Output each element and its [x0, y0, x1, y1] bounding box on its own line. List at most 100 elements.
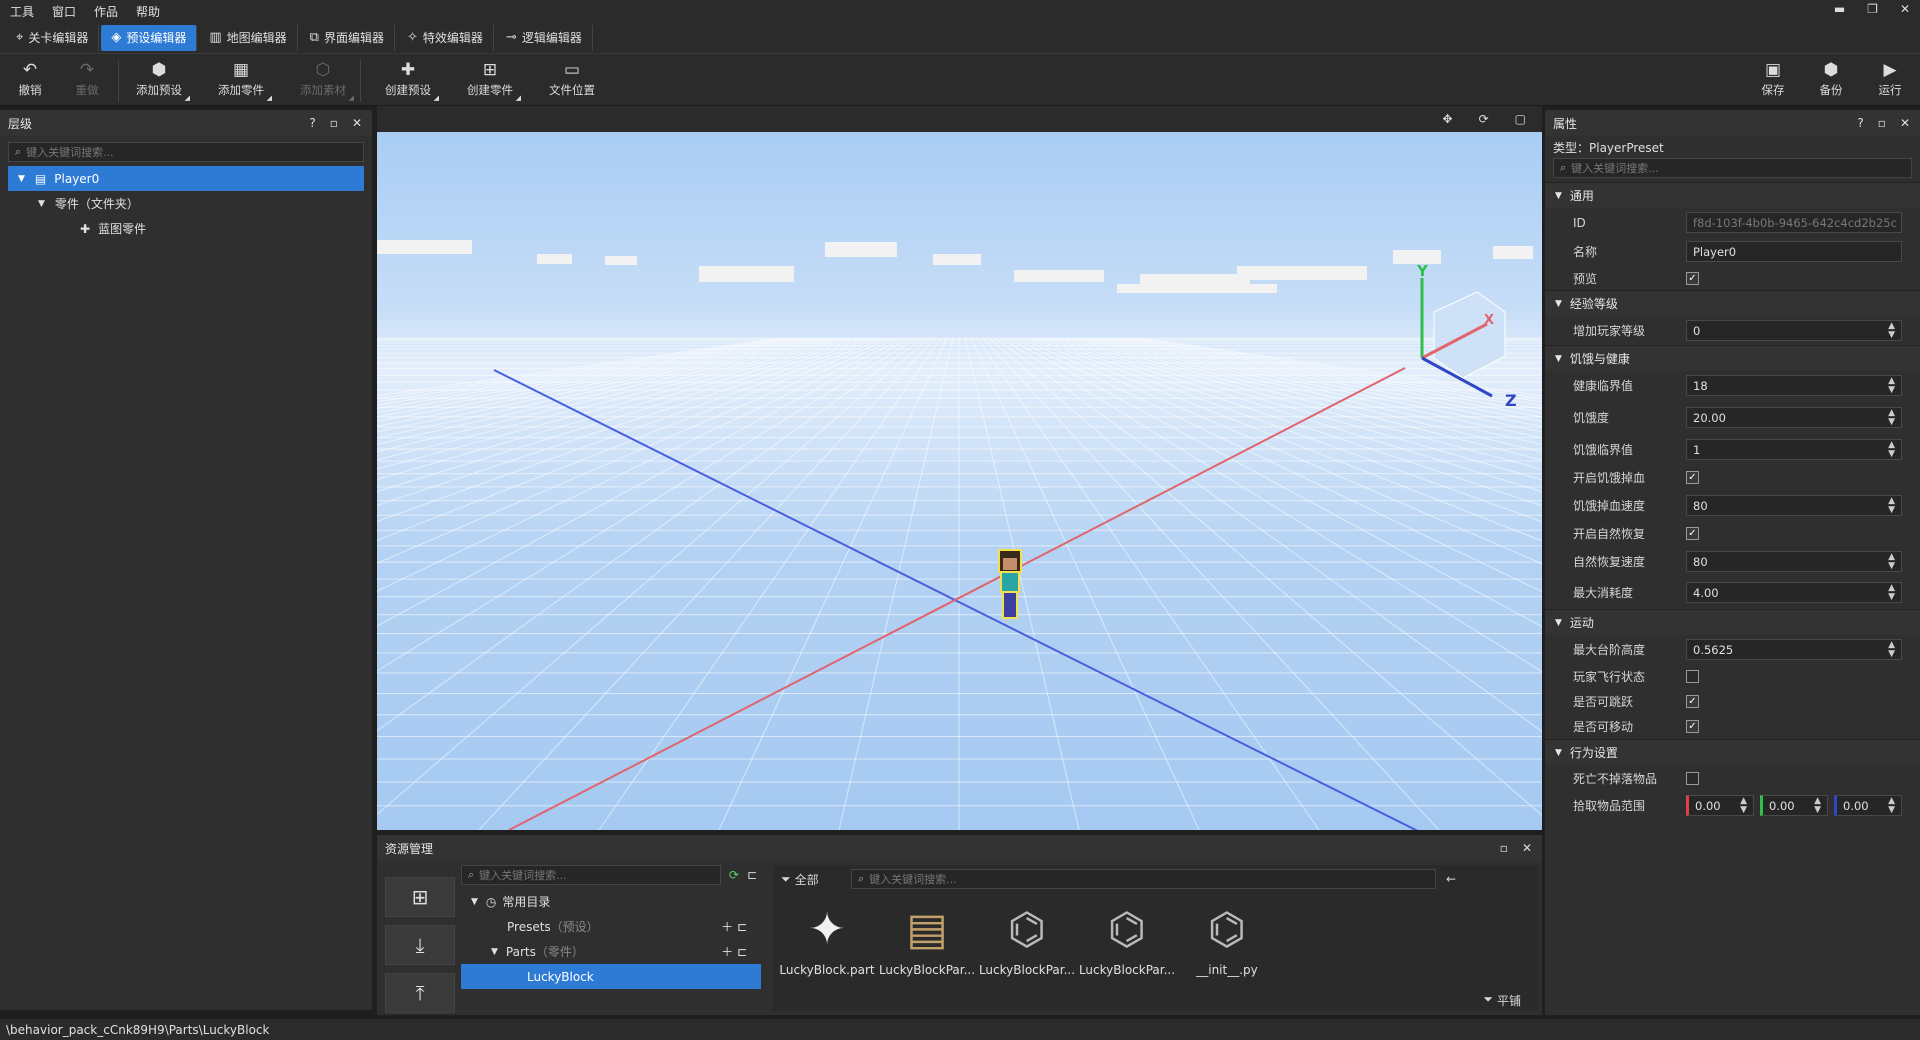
player-character[interactable]: [998, 549, 1022, 619]
regen-checkbox[interactable]: ✓: [1686, 527, 1699, 540]
hunger-damage-checkbox[interactable]: ✓: [1686, 471, 1699, 484]
spinner-icon[interactable]: ▲ ▼: [1888, 377, 1895, 395]
tile-view-button[interactable]: ⏷ 平铺: [1483, 992, 1521, 1009]
asset-item[interactable]: ✦ LuckyBlock.part: [777, 895, 877, 978]
export-button[interactable]: ⤒: [385, 973, 455, 1013]
health-threshold-field[interactable]: 18 ▲ ▼: [1686, 375, 1902, 396]
tab-preset-editor[interactable]: ◈ 预设编辑器: [101, 24, 198, 51]
max-exhaustion-field[interactable]: 4.00 ▲ ▼: [1686, 582, 1902, 603]
hunger-damage-speed-field[interactable]: 80 ▲ ▼: [1686, 495, 1902, 516]
section-general[interactable]: ▼ 通用: [1545, 182, 1920, 208]
prop-step-height: 最大台阶高度 0.5625 ▲ ▼: [1545, 635, 1920, 664]
tree-item-common[interactable]: ▼ ◷ 常用目录: [461, 889, 761, 914]
asset-item[interactable]: ⌬ LuckyBlockPar...: [977, 895, 1077, 978]
redo-button[interactable]: ↷ 重做: [52, 58, 122, 98]
pickup-x-field[interactable]: 0.00 ▲ ▼: [1686, 795, 1754, 816]
new-resource-button[interactable]: ⊞: [385, 877, 455, 917]
tree-item-luckyblock[interactable]: LuckyBlock: [461, 964, 761, 989]
tree-item-presets[interactable]: Presets （预设）＋ ⊏: [461, 914, 761, 939]
help-icon[interactable]: ?: [309, 116, 315, 130]
pickup-z-field[interactable]: 0.00 ▲ ▼: [1834, 795, 1902, 816]
tab-map-editor[interactable]: ▥ 地图编辑器: [199, 24, 298, 51]
preview-checkbox[interactable]: ✓: [1686, 271, 1699, 285]
maximize-icon[interactable]: ❐: [1867, 2, 1878, 16]
spinner-icon[interactable]: ▲ ▼: [1888, 553, 1895, 571]
create-part-button[interactable]: ⊞ 创建零件 ◢: [455, 58, 525, 102]
scene-viewport[interactable]: Y X Z: [0, 106, 1920, 894]
float-icon[interactable]: ▫: [1878, 116, 1886, 130]
tree-item-blueprint-part[interactable]: ✚ 蓝图零件: [8, 216, 364, 241]
tab-effect-editor[interactable]: ✧ 特效编辑器: [397, 24, 494, 51]
close-icon[interactable]: ✕: [1900, 2, 1910, 16]
close-icon[interactable]: ✕: [352, 116, 362, 130]
create-preset-button[interactable]: ✚ 创建预设 ◢: [373, 58, 443, 102]
collapse-all-icon[interactable]: ⊏: [747, 868, 757, 882]
move-checkbox[interactable]: ✓: [1686, 720, 1699, 733]
tree-item-player0[interactable]: ▼ ▤ Player0: [8, 166, 364, 191]
section-behavior[interactable]: ▼ 行为设置: [1545, 739, 1920, 765]
expand-icon[interactable]: ▼: [18, 174, 25, 184]
back-arrow-icon[interactable]: ←: [1446, 872, 1456, 886]
step-height-field[interactable]: 0.5625 ▲ ▼: [1686, 639, 1902, 660]
refresh-icon[interactable]: ⟳: [729, 868, 739, 882]
add-material-button[interactable]: ⬡ 添加素材 ◢: [288, 58, 358, 102]
expand-icon[interactable]: ▼: [491, 947, 498, 957]
tab-level-editor[interactable]: ⌖ 关卡编辑器: [6, 24, 100, 51]
minimize-icon[interactable]: ▬: [1834, 2, 1845, 16]
spinner-icon[interactable]: ▲ ▼: [1888, 497, 1895, 515]
close-icon[interactable]: ✕: [1900, 116, 1910, 130]
name-field[interactable]: Player0: [1686, 241, 1902, 262]
tab-logic-editor[interactable]: ⊸ 逻辑编辑器: [496, 24, 593, 51]
section-exp[interactable]: ▼ 经验等级: [1545, 290, 1920, 316]
menu-tools[interactable]: 工具: [10, 3, 34, 20]
help-icon[interactable]: ?: [1857, 116, 1863, 130]
pickup-y-field[interactable]: 0.00 ▲ ▼: [1760, 795, 1828, 816]
tree-item-parts[interactable]: ▼ Parts （零件）＋ ⊏: [461, 939, 761, 964]
add-preset-button[interactable]: ⬢ 添加预设 ◢: [124, 58, 194, 102]
section-hunger[interactable]: ▼ 饥饿与健康: [1545, 345, 1920, 371]
spinner-icon[interactable]: ▲ ▼: [1888, 409, 1895, 427]
properties-search-input[interactable]: ⌕ 键入关键词搜索...: [1553, 158, 1912, 178]
prop-pickup-range: 拾取物品范围 0.00 ▲ ▼ 0.00 ▲ ▼ 0.00 ▲ ▼: [1545, 791, 1920, 820]
scene-canvas[interactable]: Y X Z: [0, 106, 1920, 894]
expand-icon[interactable]: ▼: [471, 897, 478, 907]
add-icon[interactable]: ＋ ⊏: [721, 943, 747, 960]
spinner-icon[interactable]: ▲ ▼: [1888, 322, 1895, 340]
hunger-field[interactable]: 20.00 ▲ ▼: [1686, 407, 1902, 428]
regen-speed-field[interactable]: 80 ▲ ▼: [1686, 551, 1902, 572]
asset-item[interactable]: ⌬ LuckyBlockPar...: [1077, 895, 1177, 978]
asset-item[interactable]: ▤ LuckyBlockPar...: [877, 895, 977, 978]
tree-item-parts-folder[interactable]: ▼ 零件（文件夹）: [8, 191, 364, 216]
filter-all-button[interactable]: ⏷ 全部: [781, 871, 841, 888]
asset-search-input[interactable]: ⌕ 键入关键词搜索...: [851, 869, 1436, 889]
jump-checkbox[interactable]: ✓: [1686, 695, 1699, 708]
file-location-button[interactable]: ▭ 文件位置: [537, 58, 607, 98]
fly-checkbox[interactable]: [1686, 670, 1699, 683]
spinner-icon[interactable]: ▲ ▼: [1888, 797, 1895, 815]
add-level-field[interactable]: 0 ▲ ▼: [1686, 320, 1902, 341]
section-motion[interactable]: ▼ 运动: [1545, 609, 1920, 635]
menu-help[interactable]: 帮助: [136, 3, 160, 20]
spinner-icon[interactable]: ▲ ▼: [1888, 641, 1895, 659]
asset-item[interactable]: ⌬ __init__.py: [1177, 895, 1277, 978]
spinner-icon[interactable]: ▲ ▼: [1814, 797, 1821, 815]
float-icon[interactable]: ▫: [1500, 841, 1508, 855]
menu-works[interactable]: 作品: [94, 3, 118, 20]
spinner-icon[interactable]: ▲ ▼: [1888, 584, 1895, 602]
menu-window[interactable]: 窗口: [52, 3, 76, 20]
keep-inventory-checkbox[interactable]: [1686, 771, 1699, 785]
spinner-icon[interactable]: ▲ ▼: [1740, 797, 1747, 815]
add-part-button[interactable]: ▦ 添加零件 ◢: [206, 58, 276, 102]
expand-icon[interactable]: ▼: [38, 199, 45, 209]
spinner-icon[interactable]: ▲ ▼: [1888, 441, 1895, 459]
close-icon[interactable]: ✕: [1522, 841, 1532, 855]
id-field[interactable]: f8d-103f-4b0b-9465-642c4cd2b25c: [1686, 212, 1902, 233]
tab-ui-editor[interactable]: ⧉ 界面编辑器: [300, 24, 395, 51]
float-icon[interactable]: ▫: [330, 116, 338, 130]
add-icon[interactable]: ＋ ⊏: [721, 918, 747, 935]
import-button[interactable]: ⤓: [385, 925, 455, 965]
resource-search-input[interactable]: ⌕ 键入关键词搜索...: [461, 865, 721, 885]
run-button[interactable]: ▶ 运行: [1855, 58, 1920, 98]
hierarchy-search-input[interactable]: ⌕ 键入关键词搜索...: [8, 142, 364, 162]
hunger-threshold-field[interactable]: 1 ▲ ▼: [1686, 439, 1902, 460]
